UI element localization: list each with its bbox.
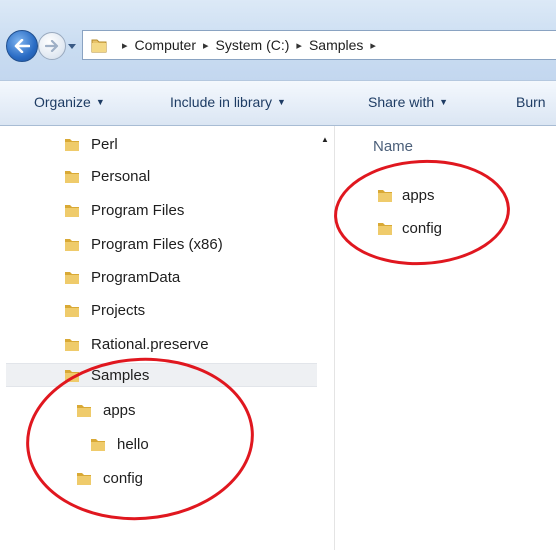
tree-item-label: Personal xyxy=(91,167,151,185)
tree-item-personal[interactable]: Personal xyxy=(64,164,150,188)
recent-pages-dropdown[interactable] xyxy=(66,40,78,52)
forward-button[interactable] xyxy=(38,32,66,60)
breadcrumb-separator-icon[interactable]: ▸ xyxy=(296,39,302,52)
folder-icon xyxy=(64,236,80,252)
tree-item-rational-preserve[interactable]: Rational.preserve xyxy=(64,332,209,356)
chevron-down-icon: ▼ xyxy=(276,97,286,107)
share-with-button[interactable]: Share with ▼ xyxy=(368,94,448,110)
column-header-name[interactable]: Name xyxy=(373,138,413,155)
share-with-label: Share with xyxy=(368,94,435,110)
tree-item-perl[interactable]: Perl xyxy=(64,132,118,156)
tree-item-label: Program Files xyxy=(91,201,185,219)
include-in-library-label: Include in library xyxy=(170,94,272,110)
scroll-up-arrow-icon[interactable]: ▲ xyxy=(321,135,329,144)
chevron-down-icon xyxy=(68,43,76,49)
organize-button[interactable]: Organize ▼ xyxy=(34,94,105,110)
breadcrumb-separator-icon[interactable]: ▸ xyxy=(370,39,376,52)
tree-item-label: Perl xyxy=(91,135,118,153)
back-button[interactable] xyxy=(6,30,38,62)
breadcrumb-system-c[interactable]: System (C:) xyxy=(216,37,290,53)
folder-icon xyxy=(64,336,80,352)
folder-icon xyxy=(64,269,80,285)
folder-icon xyxy=(64,136,80,152)
folder-icon xyxy=(64,302,80,318)
breadcrumb-separator-icon[interactable]: ▸ xyxy=(203,39,209,52)
address-bar-area: ▸ Computer ▸ System (C:) ▸ Samples ▸ xyxy=(0,0,556,80)
tree-item-projects[interactable]: Projects xyxy=(64,298,145,322)
tree-item-label: ProgramData xyxy=(91,268,181,286)
chevron-down-icon: ▼ xyxy=(439,97,449,107)
forward-arrow-icon xyxy=(45,40,59,52)
tree-item-program-files[interactable]: Program Files xyxy=(64,198,184,222)
breadcrumb-separator-icon[interactable]: ▸ xyxy=(122,39,128,52)
tree-item-label: Rational.preserve xyxy=(91,335,209,353)
chevron-down-icon: ▼ xyxy=(95,97,105,107)
tree-item-program-files-x86[interactable]: Program Files (x86) xyxy=(64,232,223,256)
tree-item-label: Projects xyxy=(91,301,146,319)
breadcrumb: ▸ Computer ▸ System (C:) ▸ Samples ▸ xyxy=(115,37,383,53)
back-arrow-icon xyxy=(14,39,30,53)
include-in-library-button[interactable]: Include in library ▼ xyxy=(170,94,286,110)
organize-label: Organize xyxy=(34,94,91,110)
scrollbar-thumb[interactable] xyxy=(320,151,330,271)
tree-item-programdata[interactable]: ProgramData xyxy=(64,265,180,289)
folder-icon xyxy=(64,202,80,218)
tree-item-label: Program Files (x86) xyxy=(91,235,223,253)
burn-label: Burn xyxy=(516,94,546,110)
folder-icon xyxy=(64,168,80,184)
burn-button[interactable]: Burn xyxy=(516,94,546,110)
address-box[interactable]: ▸ Computer ▸ System (C:) ▸ Samples ▸ xyxy=(82,30,556,60)
folder-icon xyxy=(91,37,107,58)
breadcrumb-computer[interactable]: Computer xyxy=(135,37,196,53)
nav-scrollbar[interactable]: ▲ xyxy=(317,126,334,550)
breadcrumb-samples[interactable]: Samples xyxy=(309,37,363,53)
command-bar: Organize ▼ Include in library ▼ Share with… xyxy=(0,80,556,126)
